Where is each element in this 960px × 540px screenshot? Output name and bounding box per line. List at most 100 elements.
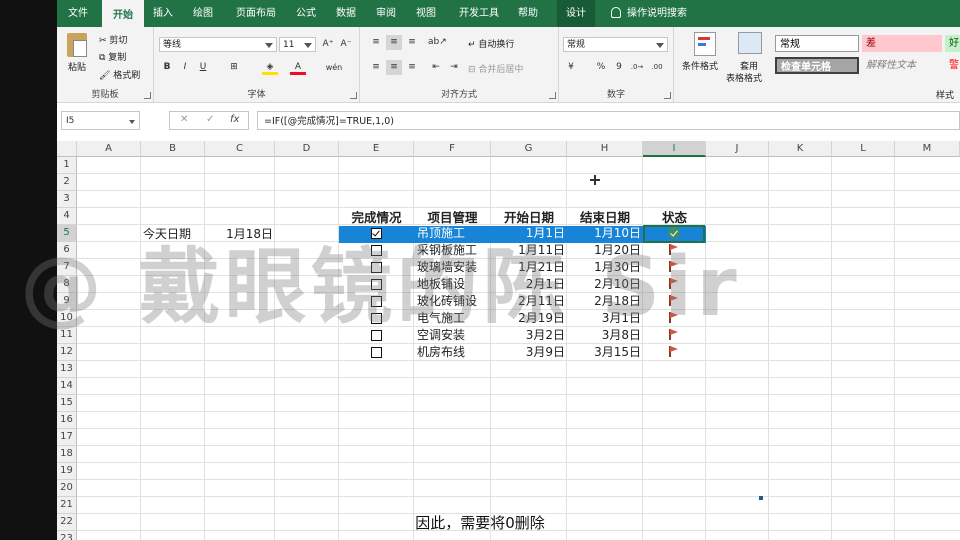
style-check-cell[interactable]: 检查单元格 [775, 57, 859, 74]
cancel-icon[interactable]: ✕ [180, 114, 188, 125]
tab-view[interactable]: 视图 [413, 0, 439, 27]
cut-button[interactable]: ✂ 剪切 [99, 33, 127, 46]
wrap-text-button[interactable]: ↵ 自动换行 [468, 37, 514, 50]
row-header[interactable]: 13 [57, 361, 77, 378]
tab-insert[interactable]: 插入 [150, 0, 176, 27]
row-header[interactable]: 19 [57, 463, 77, 480]
shrink-font-button[interactable]: A⁻ [338, 37, 354, 52]
comma-button[interactable]: 9 [611, 60, 627, 75]
tab-file[interactable]: 文件 [65, 0, 91, 27]
row-header[interactable]: 14 [57, 378, 77, 395]
paste-icon[interactable] [67, 33, 87, 57]
column-header[interactable]: L [832, 141, 895, 157]
row-header[interactable]: 2 [57, 174, 77, 191]
merge-center-button[interactable]: ⊟ 合并后居中 [468, 62, 523, 75]
tab-design[interactable]: 设计 [557, 0, 595, 27]
increase-indent-icon[interactable]: ⇥ [446, 60, 462, 75]
formula-input[interactable]: =IF([@完成情况]=TRUE,1,0) [257, 111, 960, 130]
column-header[interactable]: C [205, 141, 275, 157]
font-size-select[interactable]: 11 [279, 37, 316, 52]
tab-developer[interactable]: 开发工具 [453, 0, 505, 27]
style-warning[interactable]: 警 [945, 57, 960, 74]
conditional-format-button[interactable]: 条件格式 [682, 59, 718, 72]
fill-color-icon[interactable]: ◈ [262, 60, 278, 75]
decrease-decimal-icon[interactable]: .00 [649, 60, 665, 75]
style-normal[interactable]: 常规 [775, 35, 859, 52]
phonetic-button[interactable]: wén [322, 60, 346, 75]
increase-decimal-icon[interactable]: .0→ [629, 60, 645, 75]
tab-data[interactable]: 数据 [333, 0, 359, 27]
column-header[interactable]: M [895, 141, 960, 157]
tab-draw[interactable]: 绘图 [190, 0, 216, 27]
style-bad[interactable]: 差 [862, 35, 942, 52]
clipboard-launcher-icon[interactable] [144, 92, 151, 99]
align-right-icon[interactable]: ≡ [404, 60, 420, 75]
format-as-table-icon[interactable] [738, 32, 762, 54]
column-header[interactable]: G [491, 141, 567, 157]
column-header[interactable]: J [706, 141, 769, 157]
font-color-button[interactable]: A [290, 60, 306, 75]
row-header[interactable]: 17 [57, 429, 77, 446]
column-header[interactable]: B [141, 141, 205, 157]
format-painter-button[interactable]: 🖌 格式刷 [99, 68, 140, 81]
format-as-table-label-2[interactable]: 表格格式 [726, 71, 762, 84]
borders-icon[interactable]: ⊞ [226, 60, 242, 75]
row-header[interactable]: 18 [57, 446, 77, 463]
row-header[interactable]: 15 [57, 395, 77, 412]
paste-button[interactable]: 粘贴 [68, 60, 86, 73]
column-header[interactable]: A [77, 141, 141, 157]
tell-me-search[interactable]: 操作说明搜索 [611, 0, 687, 27]
font-name-select[interactable]: 等线 [159, 37, 277, 52]
select-all-corner[interactable] [57, 141, 77, 157]
copy-button[interactable]: ⧉ 复制 [99, 50, 126, 63]
conditional-format-icon[interactable] [694, 32, 716, 56]
tab-formulas[interactable]: 公式 [293, 0, 319, 27]
row-header[interactable]: 16 [57, 412, 77, 429]
align-center-icon[interactable]: ≡ [386, 60, 402, 75]
enter-icon[interactable]: ✓ [206, 114, 214, 125]
row-header[interactable]: 12 [57, 344, 77, 361]
row-header[interactable]: 20 [57, 480, 77, 497]
italic-button[interactable]: I [177, 60, 193, 75]
number-launcher-icon[interactable] [664, 92, 671, 99]
font-launcher-icon[interactable] [350, 92, 357, 99]
worksheet-grid[interactable]: A B C D E F G H I J K L M 1 2 3 4 5 6 7 8 9 10 11 1… [57, 141, 960, 540]
copy-icon: ⧉ [99, 53, 109, 63]
number-format-select[interactable]: 常规 [563, 37, 668, 52]
underline-button[interactable]: U [195, 60, 211, 75]
align-left-icon[interactable]: ≡ [368, 60, 384, 75]
alignment-launcher-icon[interactable] [549, 92, 556, 99]
currency-icon[interactable]: ¥ [563, 60, 579, 75]
task-checkbox[interactable] [371, 347, 382, 358]
decrease-indent-icon[interactable]: ⇤ [428, 60, 444, 75]
row-header[interactable]: 3 [57, 191, 77, 208]
watermark: @ 戴眼镜的陈 Sir [20, 240, 741, 335]
align-bottom-icon[interactable]: ≡ [404, 35, 420, 50]
video-subtitle: 因此，需要将0删除 [415, 514, 545, 532]
tab-page-layout[interactable]: 页面布局 [230, 0, 282, 27]
column-header[interactable]: K [769, 141, 832, 157]
style-good[interactable]: 好 [945, 35, 960, 52]
column-header[interactable]: F [414, 141, 491, 157]
tab-review[interactable]: 审阅 [373, 0, 399, 27]
column-header[interactable]: D [275, 141, 339, 157]
bold-button[interactable]: B [159, 60, 175, 75]
row-gridline [77, 173, 960, 174]
insert-function-icon[interactable]: fx [230, 114, 239, 125]
tab-help[interactable]: 帮助 [515, 0, 541, 27]
column-header-selected[interactable]: I [643, 141, 706, 157]
row-gridline [77, 190, 960, 191]
grow-font-button[interactable]: A⁺ [320, 37, 336, 52]
font-group-label: 字体 [247, 90, 266, 100]
align-middle-icon[interactable]: ≡ [386, 35, 402, 50]
column-header[interactable]: E [339, 141, 414, 157]
table-resize-handle[interactable] [759, 496, 763, 500]
align-top-icon[interactable]: ≡ [368, 35, 384, 50]
style-explanatory[interactable]: 解释性文本 [862, 57, 942, 74]
percent-button[interactable]: % [593, 60, 609, 75]
tab-home[interactable]: 开始 [102, 0, 144, 29]
name-box[interactable]: I5 [61, 111, 140, 130]
row-header[interactable]: 1 [57, 157, 77, 174]
orientation-icon[interactable]: ab↗ [428, 35, 447, 50]
column-header[interactable]: H [567, 141, 643, 157]
